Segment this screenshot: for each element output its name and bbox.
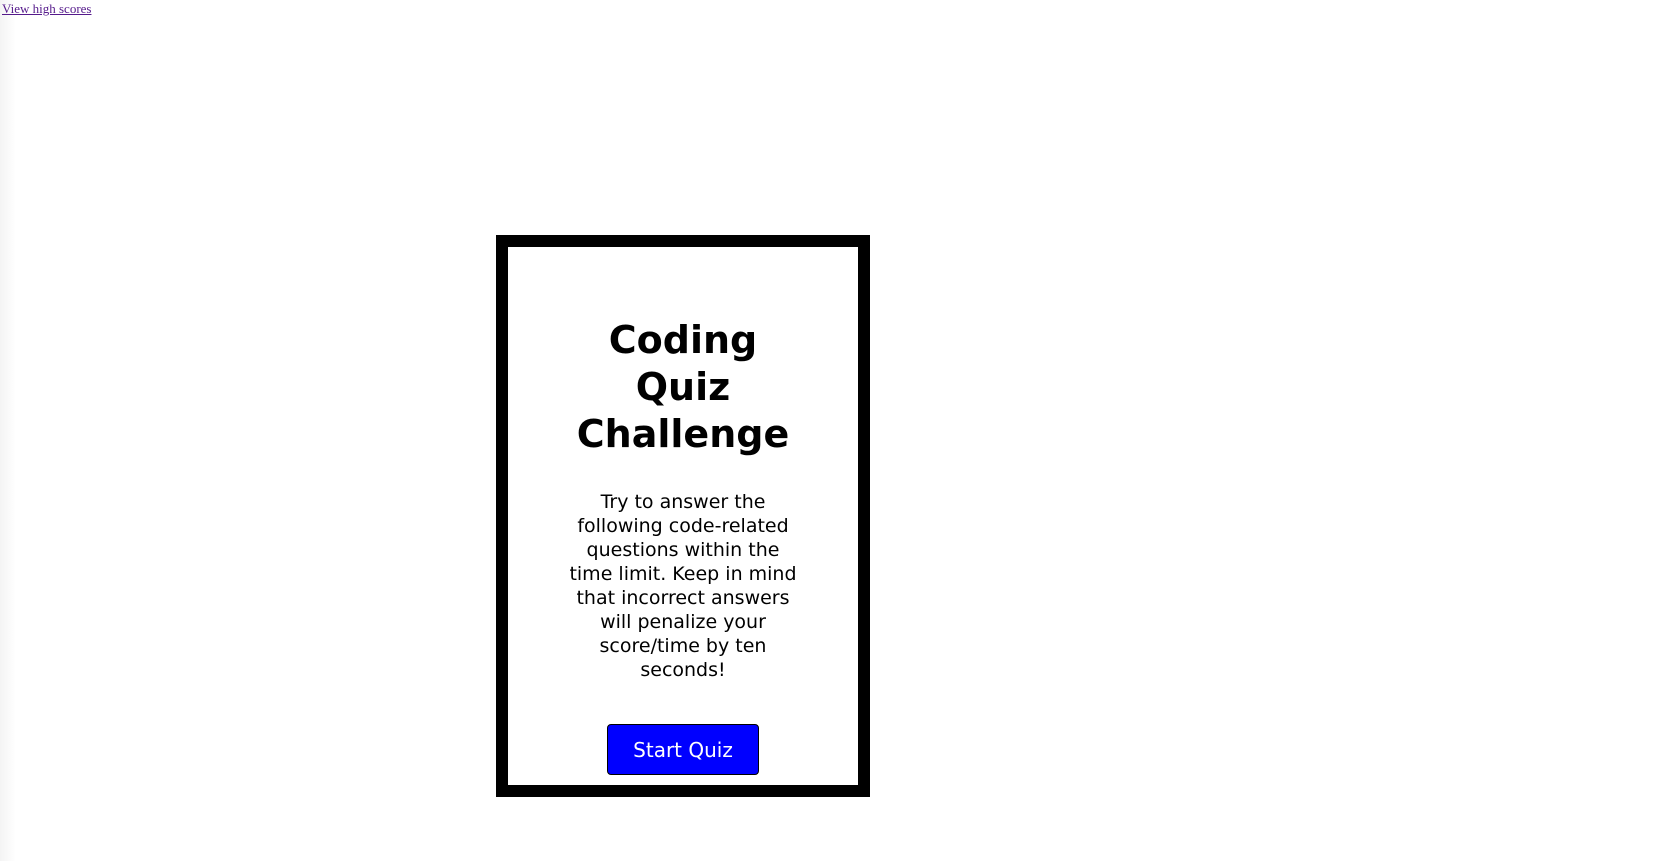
start-quiz-button[interactable]: Start Quiz	[607, 724, 759, 775]
page-left-edge	[0, 0, 16, 861]
quiz-instructions: Try to answer the following code-related…	[569, 491, 797, 681]
quiz-start-card: Coding Quiz Challenge Try to answer the …	[496, 235, 870, 797]
view-high-scores-link[interactable]: View high scores	[2, 0, 91, 17]
quiz-title: Coding Quiz Challenge	[576, 318, 790, 456]
